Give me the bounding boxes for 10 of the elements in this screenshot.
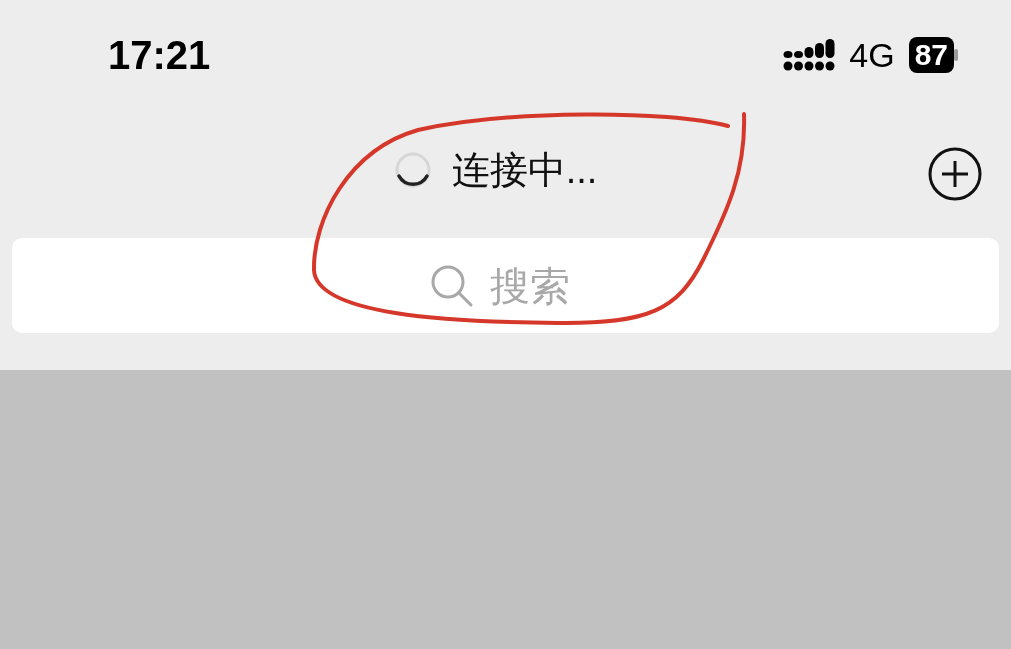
battery-tip-icon (954, 49, 959, 61)
search-icon (429, 263, 474, 308)
battery-level: 87 (908, 37, 954, 73)
add-icon[interactable] (927, 146, 983, 202)
search-field[interactable]: 搜索 (489, 255, 582, 316)
loading-spinner-icon (393, 151, 432, 189)
signal-icon (783, 39, 836, 71)
status-time: 17:21 (108, 32, 211, 79)
network-type: 4G (849, 34, 895, 76)
connection-status-title: 连接中... (451, 147, 598, 193)
